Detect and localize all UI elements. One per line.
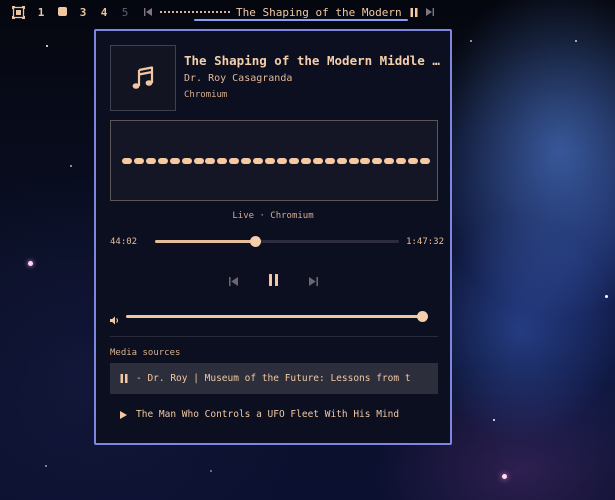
- star: [70, 165, 72, 167]
- pause-icon: [269, 274, 278, 286]
- visualizer-bar: [122, 158, 132, 164]
- visualizer-bar: [133, 158, 144, 164]
- play-icon: [110, 410, 136, 419]
- visualizer-bar: [193, 158, 204, 164]
- visualizer-bar: [265, 158, 276, 164]
- topbar-progress: [160, 11, 230, 13]
- visualizer-bar: [420, 158, 431, 164]
- volume-slider-fill: [126, 315, 422, 318]
- volume-slider[interactable]: [126, 311, 428, 322]
- visualizer-bar: [360, 158, 371, 164]
- media-sources-heading: Media sources: [110, 348, 181, 358]
- workspace-overview-icon[interactable]: [11, 5, 25, 19]
- visualizer-bar: [253, 158, 264, 164]
- visualizer-bar: [312, 158, 323, 164]
- visualizer-bar: [169, 158, 180, 164]
- visualizer-bar: [145, 158, 156, 164]
- active-workspace-indicator: [57, 6, 67, 16]
- volume-slider-handle[interactable]: [417, 311, 428, 322]
- previous-track-icon[interactable]: [229, 271, 238, 290]
- visualizer-bar: [288, 158, 299, 164]
- workspace-1[interactable]: 1: [36, 6, 46, 19]
- visualizer-bar: [229, 158, 240, 164]
- visualizer-bar: [277, 158, 287, 164]
- visualizer-bar: [348, 158, 359, 164]
- topbar-media-title[interactable]: The Shaping of the Modern: [236, 6, 402, 19]
- visualizer-bar: [324, 158, 335, 164]
- track-title: The Shaping of the Modern Middle East: [184, 53, 442, 68]
- topbar-media-underline: [194, 19, 408, 21]
- visualizer-bar: [396, 158, 407, 164]
- volume-icon[interactable]: [110, 310, 120, 329]
- star: [28, 261, 33, 266]
- seek-bar-fill: [155, 240, 256, 243]
- media-source-label: The Man Who Controls a UFO Fleet With Hi…: [136, 409, 400, 420]
- pause-icon: [110, 374, 136, 383]
- divider: [110, 336, 438, 337]
- star: [210, 470, 212, 472]
- play-pause-button[interactable]: [268, 271, 279, 290]
- star: [605, 295, 608, 298]
- visualizer-bar: [241, 158, 252, 164]
- media-source-item[interactable]: The Man Who Controls a UFO Fleet With Hi…: [110, 399, 438, 430]
- visualizer-bar: [205, 158, 216, 164]
- track-artist: Dr. Roy Casagranda: [184, 73, 293, 84]
- time-total: 1:47:32: [406, 237, 444, 247]
- visualizer-bars: [122, 158, 432, 164]
- seek-bar[interactable]: [155, 236, 399, 247]
- visualizer-bar: [408, 158, 419, 164]
- visualizer-bar: [300, 158, 311, 164]
- visualizer-bar: [181, 158, 192, 164]
- music-note-icon: [132, 66, 154, 89]
- star: [493, 419, 495, 421]
- star: [470, 40, 472, 42]
- player-name: Chromium: [184, 90, 228, 100]
- visualizer-bar: [336, 158, 347, 164]
- workspace-2-active[interactable]: [57, 6, 67, 19]
- playback-status: Live · Chromium: [232, 211, 314, 221]
- star: [46, 45, 48, 47]
- media-source-item[interactable]: - Dr. Roy | Museum of the Future: Lesson…: [110, 363, 438, 394]
- pause-icon[interactable]: [410, 7, 418, 17]
- visualizer-bar: [157, 158, 168, 164]
- workspace-4[interactable]: 4: [99, 6, 109, 19]
- media-player-panel: The Shaping of the Modern Middle East Dr…: [94, 29, 452, 445]
- workspace-5[interactable]: 5: [120, 6, 130, 19]
- seek-bar-handle[interactable]: [250, 236, 262, 247]
- media-source-label: - Dr. Roy | Museum of the Future: Lesson…: [136, 373, 411, 384]
- workspace-3[interactable]: 3: [78, 6, 88, 19]
- star: [45, 465, 47, 467]
- visualizer-bar: [384, 158, 395, 164]
- star: [575, 40, 577, 42]
- time-elapsed: 44:02: [110, 237, 138, 247]
- previous-track-icon[interactable]: [144, 8, 156, 16]
- visualizer-bar: [217, 158, 228, 164]
- next-track-icon[interactable]: [309, 271, 318, 290]
- album-art: [110, 45, 176, 111]
- audio-visualizer: [110, 120, 438, 201]
- visualizer-bar: [372, 158, 383, 164]
- next-track-icon[interactable]: [425, 8, 434, 16]
- star: [502, 474, 507, 479]
